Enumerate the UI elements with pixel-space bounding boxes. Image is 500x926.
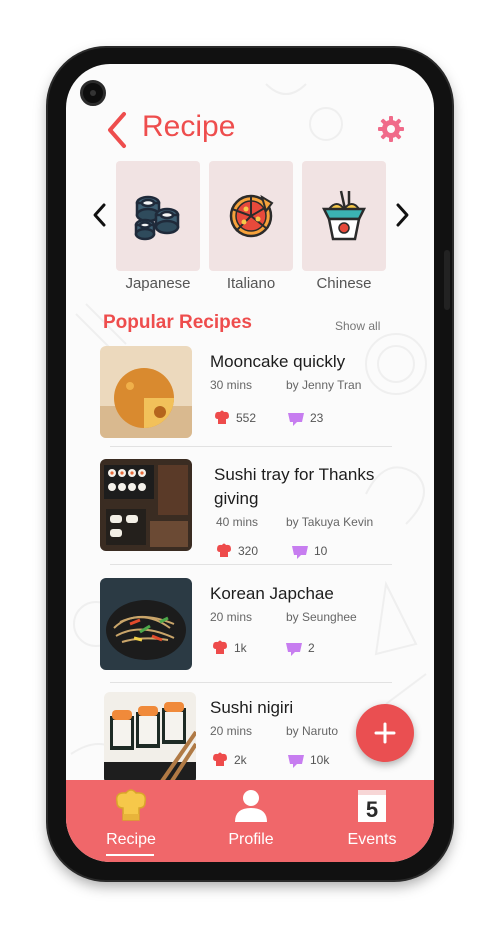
- category-prev-icon[interactable]: [90, 202, 110, 228]
- app-screen: Recipe Japanese Italiano Chinese Popular…: [66, 64, 434, 862]
- calendar-icon: 5: [358, 790, 386, 822]
- app-header: Recipe: [66, 104, 434, 154]
- nav-label: Recipe: [106, 831, 156, 848]
- recipe-author: by Naruto: [286, 724, 339, 738]
- recipe-card-sushi-tray[interactable]: Sushi tray for Thanks giving 40 mins by …: [100, 459, 396, 559]
- nav-events[interactable]: 5 Events: [317, 788, 427, 849]
- recipe-card-sushi-nigiri[interactable]: Sushi nigiri 20 mins by Naruto 2k 10k: [100, 692, 396, 792]
- chef-hat-like-icon: [213, 640, 227, 654]
- plus-icon: [374, 722, 396, 744]
- comments-stat[interactable]: 2: [284, 640, 315, 656]
- likes-stat[interactable]: 1k: [210, 640, 247, 656]
- chef-hat-icon: [115, 789, 147, 821]
- category-japanese[interactable]: Japanese: [116, 161, 200, 292]
- likes-count: 320: [238, 544, 259, 558]
- pizza-icon: [229, 194, 274, 238]
- nav-label: Profile: [228, 831, 274, 848]
- show-all-link[interactable]: Show all: [335, 319, 380, 333]
- recipe-name: Sushi tray for Thanks giving: [214, 465, 375, 508]
- likes-stat[interactable]: 552: [212, 410, 256, 426]
- recipe-time: 40 mins: [216, 515, 259, 529]
- back-arrow-icon[interactable]: [104, 110, 130, 150]
- comments-count: 10: [314, 544, 328, 558]
- add-recipe-button[interactable]: [356, 704, 414, 762]
- comments-count: 23: [310, 411, 324, 425]
- likes-stat[interactable]: 2k: [210, 752, 247, 768]
- category-tile: [302, 161, 386, 271]
- likes-stat[interactable]: 320: [214, 543, 258, 559]
- recipe-time: 20 mins: [210, 610, 253, 624]
- category-chinese[interactable]: Chinese: [302, 161, 386, 292]
- front-camera: [80, 80, 106, 106]
- category-italiano[interactable]: Italiano: [209, 161, 293, 292]
- recipe-time: 30 mins: [210, 378, 253, 392]
- chef-hat-like-icon: [215, 410, 229, 424]
- divider: [110, 682, 392, 683]
- nav-recipe[interactable]: Recipe: [76, 788, 186, 849]
- recipe-author: by Jenny Tran: [286, 378, 362, 392]
- comments-stat[interactable]: 23: [286, 410, 323, 426]
- divider: [110, 446, 392, 447]
- settings-gear-icon[interactable]: [376, 114, 406, 144]
- likes-count: 2k: [234, 753, 247, 767]
- comment-icon: [286, 643, 302, 656]
- comment-icon: [292, 546, 308, 559]
- recipe-author: by Seunghee: [286, 610, 357, 624]
- category-next-icon[interactable]: [392, 202, 412, 228]
- divider: [110, 564, 392, 565]
- category-label: Chinese: [316, 275, 372, 292]
- recipe-time: 20 mins: [210, 724, 253, 738]
- volume-button: [444, 250, 450, 310]
- category-tile: [209, 161, 293, 271]
- comment-icon: [288, 413, 304, 426]
- likes-count: 552: [236, 411, 257, 425]
- category-label: Italiano: [226, 275, 276, 292]
- nav-profile[interactable]: Profile: [196, 788, 306, 849]
- category-label: Japanese: [125, 275, 191, 292]
- person-icon: [235, 790, 267, 822]
- recipe-thumbnail: [100, 346, 192, 438]
- page-title: Recipe: [142, 110, 236, 143]
- comments-count: 2: [308, 641, 315, 655]
- recipe-name: Mooncake quickly: [210, 352, 346, 371]
- bottom-navigation: Recipe Profile 5 Events: [66, 780, 434, 862]
- popular-recipes-title: Popular Recipes: [103, 312, 252, 333]
- recipe-card-mooncake[interactable]: Mooncake quickly 30 mins by Jenny Tran 5…: [100, 346, 396, 446]
- recipe-thumbnail: [104, 692, 196, 784]
- comments-count: 10k: [310, 753, 330, 767]
- recipe-thumbnail: [100, 459, 192, 551]
- comment-icon: [288, 755, 304, 768]
- calendar-day: 5: [366, 797, 378, 822]
- comments-stat[interactable]: 10: [290, 543, 327, 559]
- chef-hat-like-icon: [217, 543, 231, 557]
- recipe-thumbnail: [100, 578, 192, 670]
- recipe-name: Korean Japchae: [210, 584, 334, 603]
- recipe-author: by Takuya Kevin: [286, 515, 374, 529]
- nav-label: Events: [347, 831, 397, 848]
- chef-hat-like-icon: [213, 752, 227, 766]
- comments-stat[interactable]: 10k: [286, 752, 329, 768]
- recipe-card-japchae[interactable]: Korean Japchae 20 mins by Seunghee 1k 2: [100, 578, 396, 678]
- category-tile: [116, 161, 200, 271]
- likes-count: 1k: [234, 641, 247, 655]
- active-tab-indicator: [106, 854, 154, 856]
- noodle-box-icon: [321, 190, 367, 241]
- sushi-icon: [134, 195, 180, 241]
